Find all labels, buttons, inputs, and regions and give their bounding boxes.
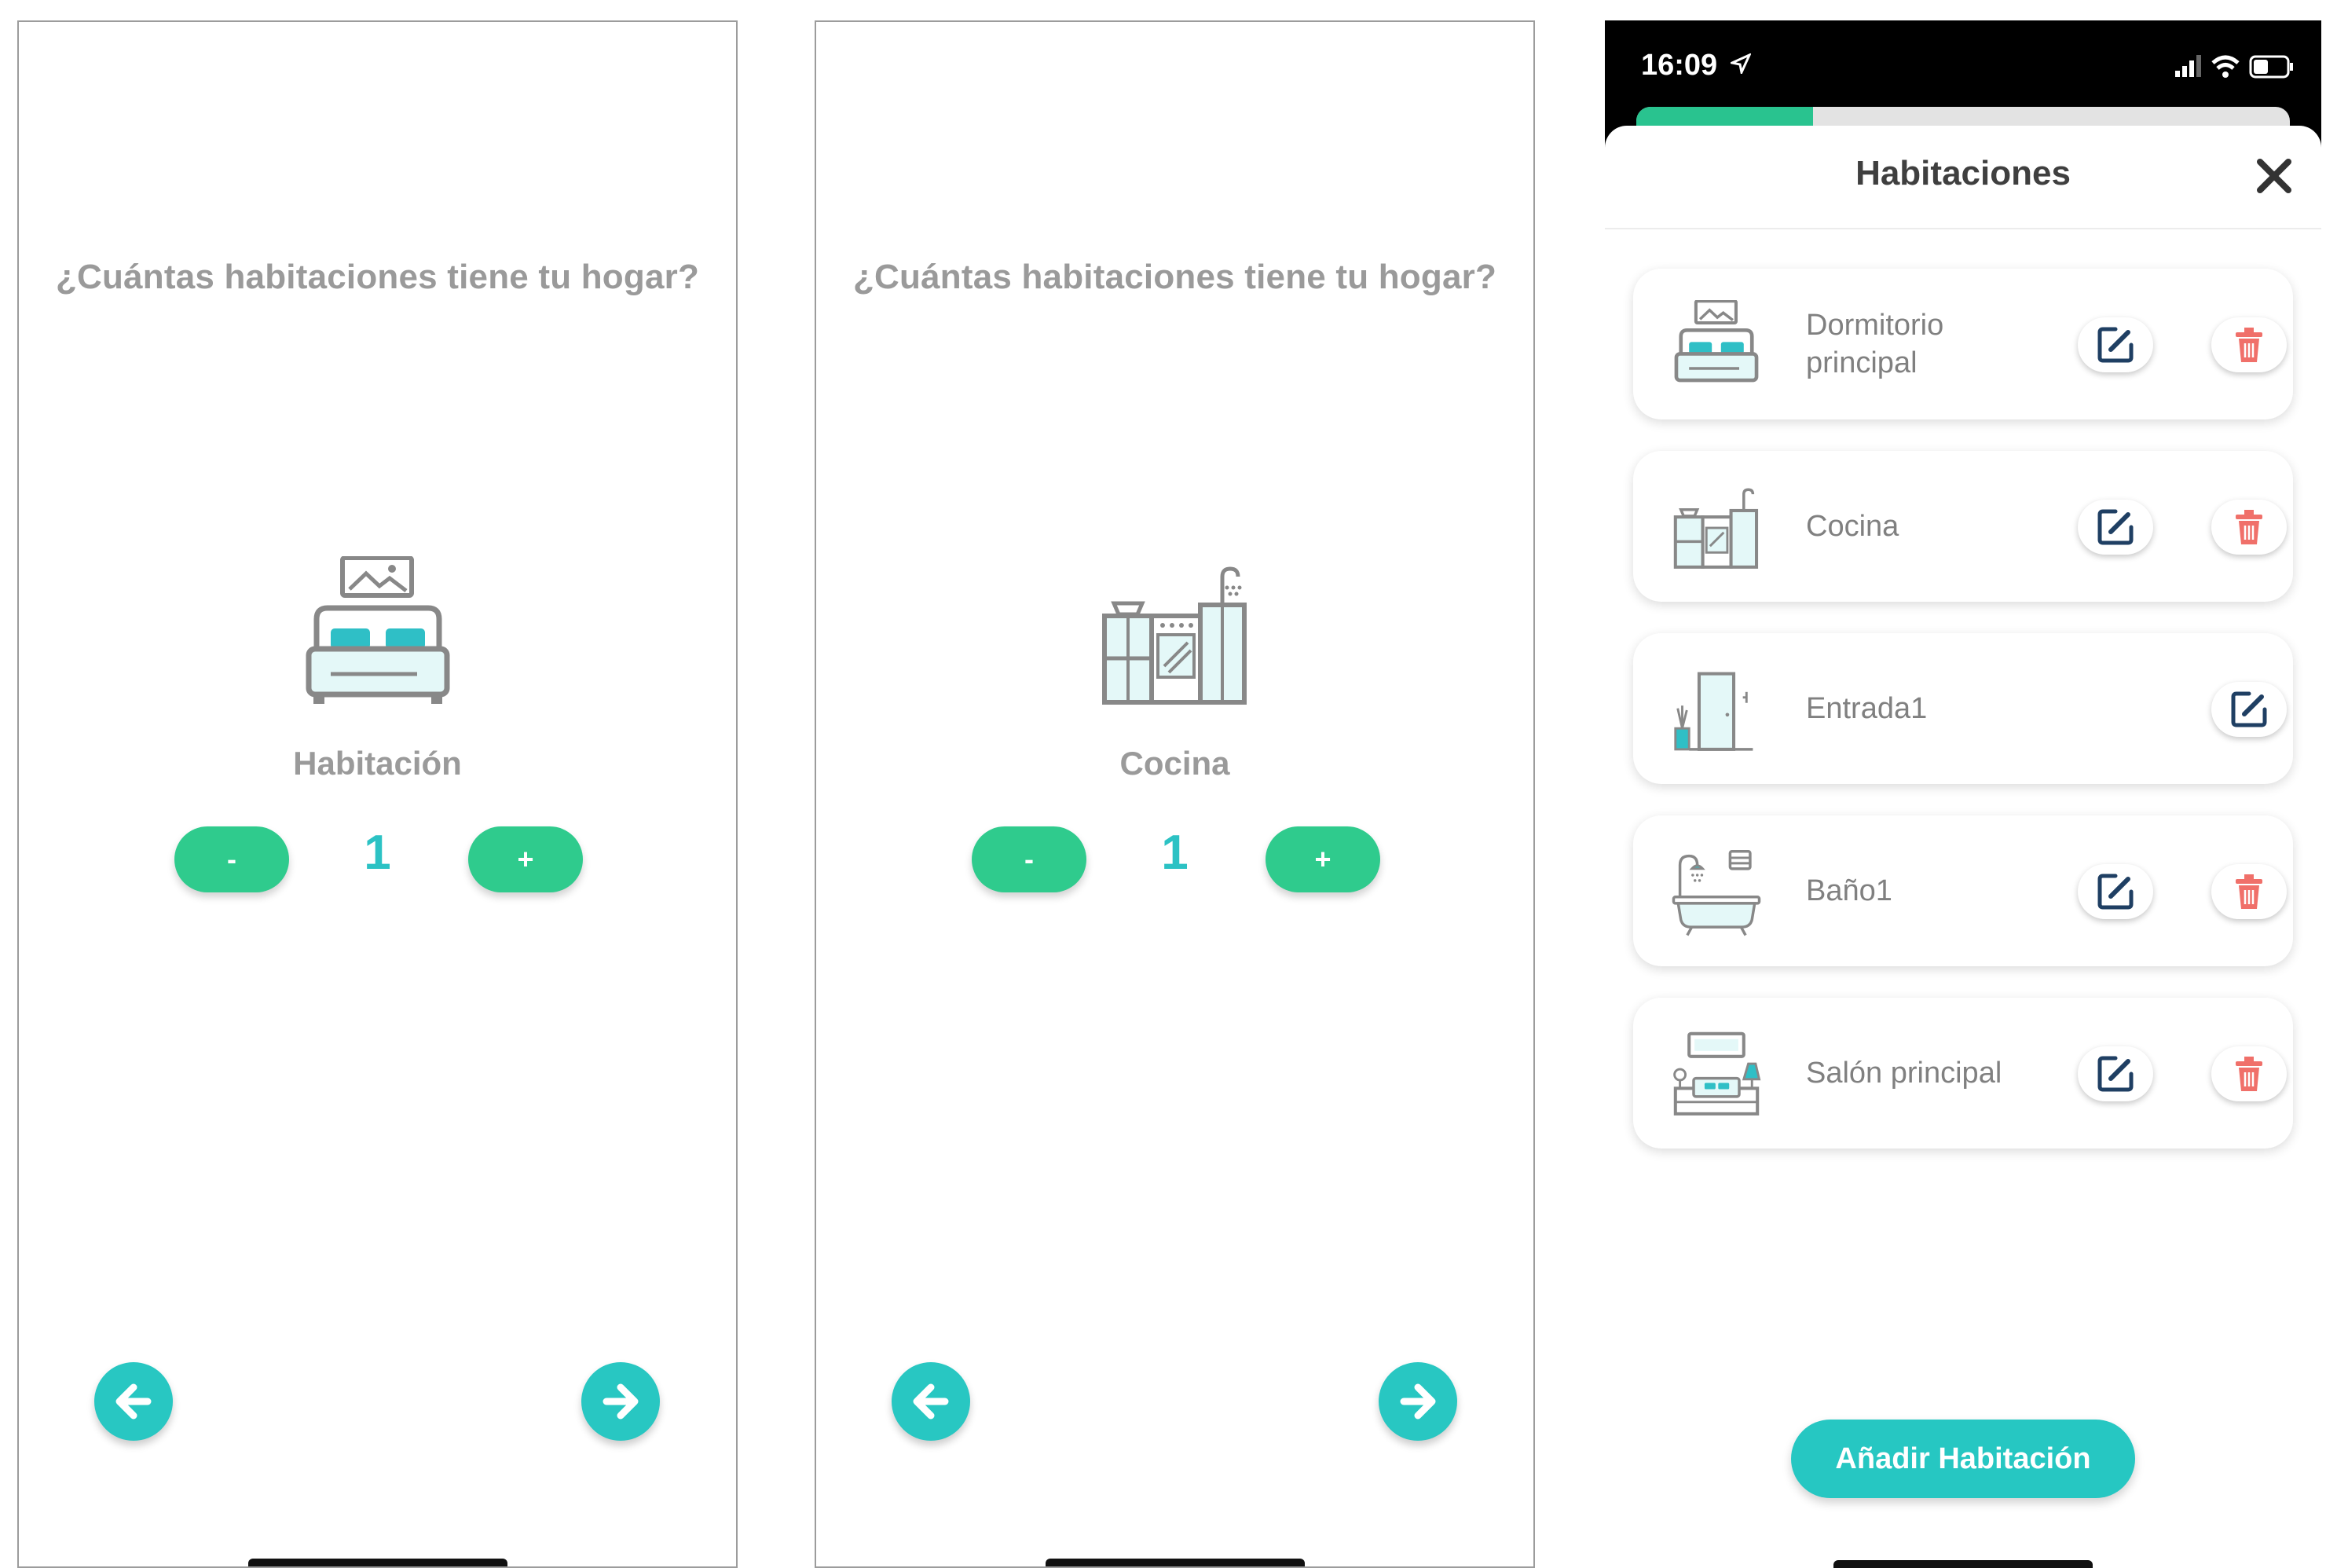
home-indicator [247, 1559, 507, 1566]
kitchen-icon [1101, 566, 1247, 705]
add-room-button[interactable]: Añadir Habitación [1791, 1420, 2135, 1498]
room-card[interactable]: Baño1 [1633, 815, 2293, 966]
back-button[interactable] [94, 1362, 173, 1441]
status-bar: 16:09 [1605, 20, 2321, 107]
bed-icon [306, 556, 449, 704]
edit-room-button[interactable] [2078, 500, 2153, 555]
trash-icon [2236, 328, 2262, 362]
trash-icon [2236, 510, 2262, 544]
back-button[interactable] [892, 1362, 970, 1441]
bed-icon [1674, 300, 1759, 383]
arrow-right-icon [1400, 1383, 1436, 1420]
delete-room-button[interactable] [2211, 864, 2287, 919]
signal-wifi-battery-icon [2175, 55, 2293, 79]
rooms-list-screen: 16:09 Habitaciones Dormitorio principal … [1605, 20, 2321, 1568]
delete-room-button[interactable] [2211, 317, 2287, 372]
edit-room-button[interactable] [2078, 317, 2153, 372]
room-count: 1 [1161, 826, 1189, 880]
room-card[interactable]: Salón principal [1633, 998, 2293, 1149]
room-name: Salón principal [1806, 1057, 2002, 1090]
onboarding-screen-bedrooms: ¿Cuántas habitaciones tiene tu hogar? Ha… [17, 20, 738, 1568]
trash-icon [2236, 874, 2262, 909]
trash-icon [2236, 1057, 2262, 1091]
room-type-label: Habitación [293, 745, 462, 782]
onboarding-screen-kitchen: ¿Cuántas habitaciones tiene tu hogar? Co… [815, 20, 1535, 1568]
home-indicator [1833, 1560, 2093, 1568]
edit-room-button[interactable] [2078, 864, 2153, 919]
question-title: ¿Cuántas habitaciones tiene tu hogar? [852, 258, 1497, 296]
edit-icon [2097, 874, 2134, 910]
entrance-door-icon [1674, 672, 1753, 751]
increment-button[interactable]: + [468, 826, 583, 892]
sheet-header: Habitaciones [1605, 126, 2321, 229]
increment-button[interactable]: + [1266, 826, 1380, 892]
arrow-left-icon [115, 1383, 152, 1420]
status-time: 16:09 [1641, 49, 1718, 82]
edit-room-button[interactable] [2078, 1046, 2153, 1101]
next-button[interactable] [581, 1362, 660, 1441]
room-name: Entrada1 [1806, 692, 1928, 725]
delete-room-button[interactable] [2211, 500, 2287, 555]
room-name: Baño1 [1806, 874, 1892, 907]
arrow-right-icon [603, 1383, 639, 1420]
location-arrow-icon [1731, 53, 1751, 74]
home-indicator [1045, 1559, 1305, 1566]
room-type-label: Cocina [1119, 745, 1230, 782]
living-room-icon [1673, 1031, 1761, 1116]
room-card[interactable]: Entrada1 [1633, 633, 2293, 784]
edit-icon [2231, 691, 2267, 727]
question-title: ¿Cuántas habitaciones tiene tu hogar? [55, 258, 700, 296]
room-name: Dormitorio principal [1806, 309, 1944, 379]
room-card[interactable]: Dormitorio principal [1633, 269, 2293, 419]
rooms-sheet: Habitaciones Dormitorio principal Cocina… [1605, 126, 2321, 1568]
close-icon[interactable] [2252, 154, 2296, 198]
room-count: 1 [364, 826, 391, 880]
next-button[interactable] [1379, 1362, 1457, 1441]
bathtub-icon [1672, 850, 1761, 936]
delete-room-button[interactable] [2211, 1046, 2287, 1101]
room-name: Cocina [1806, 510, 1899, 543]
edit-room-button[interactable] [2211, 682, 2287, 737]
room-card[interactable]: Cocina [1633, 451, 2293, 602]
page-title: Habitaciones [1855, 154, 2071, 192]
edit-icon [2097, 509, 2134, 545]
kitchen-icon [1673, 488, 1759, 569]
edit-icon [2097, 1056, 2134, 1092]
arrow-left-icon [913, 1383, 949, 1420]
edit-icon [2097, 327, 2134, 363]
